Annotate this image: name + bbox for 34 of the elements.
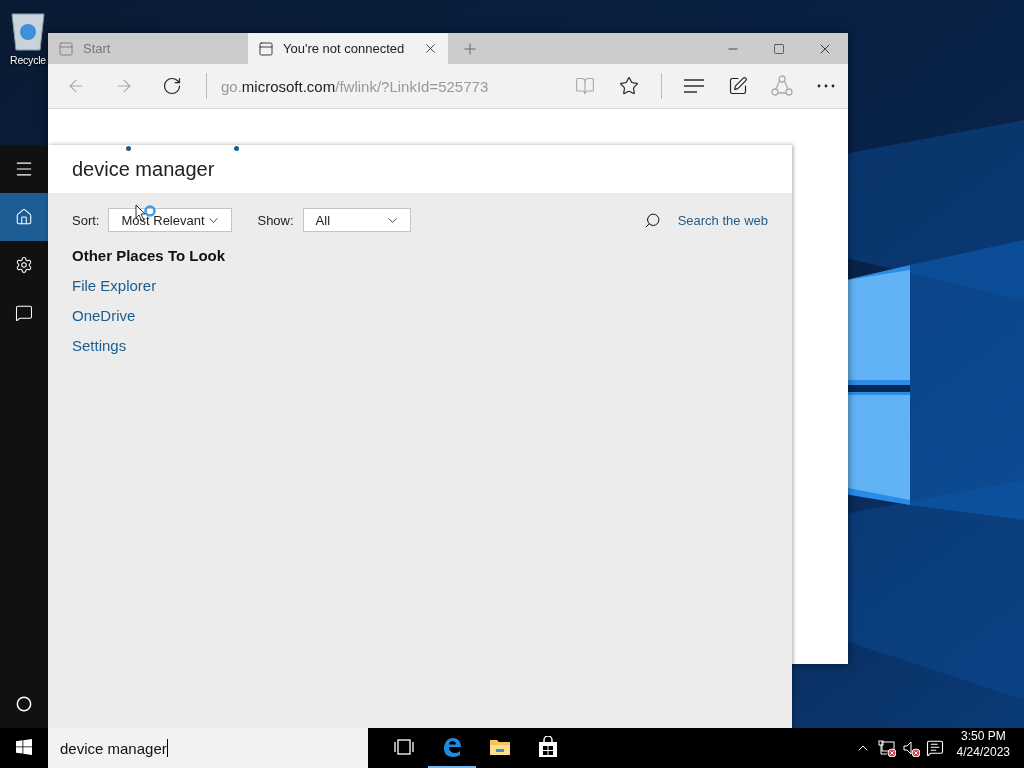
search-icon — [643, 211, 661, 229]
show-label: Show: — [257, 212, 294, 228]
show-dropdown[interactable]: All — [302, 208, 411, 232]
sort-label: Sort: — [72, 212, 100, 228]
clock[interactable]: 3:50 PM 4/24/2023 — [946, 728, 1024, 768]
place-link[interactable]: OneDrive — [72, 307, 136, 324]
task-view-icon — [394, 739, 414, 755]
windows-logo-icon[interactable] — [16, 739, 32, 755]
taskbar-search-field[interactable]: device manager — [48, 728, 368, 768]
progress-dot — [126, 146, 131, 151]
speaker-muted-icon — [901, 739, 920, 757]
search-web-link[interactable]: Search the web — [677, 212, 768, 228]
network-error-icon — [877, 739, 896, 757]
circle-icon — [16, 696, 32, 712]
place-link[interactable]: File Explorer — [72, 277, 157, 294]
sort-dropdown[interactable]: Most Relevant — [108, 208, 233, 232]
browser-e-icon — [441, 736, 463, 758]
folder-icon — [489, 738, 511, 756]
page-icon — [258, 40, 274, 57]
close-tab-icon[interactable] — [423, 41, 438, 56]
browser-tab[interactable]: You're not connected — [248, 33, 448, 64]
maximize-icon[interactable] — [773, 42, 785, 55]
place-link[interactable]: Settings — [72, 337, 127, 354]
notification-icon — [925, 739, 944, 757]
page-icon — [58, 40, 74, 57]
settings-icon — [15, 256, 33, 274]
section-heading: Other Places To Look — [72, 247, 227, 264]
shopping-bag-icon — [538, 736, 558, 758]
progress-dot — [234, 146, 239, 151]
address-field[interactable]: go.microsoft.com/fwlink/?LinkId=525773 — [217, 77, 563, 95]
home-icon — [15, 208, 33, 226]
feedback-icon — [15, 304, 33, 322]
search-query: device manager — [72, 157, 215, 181]
icon-label: Recycle — [10, 54, 46, 66]
